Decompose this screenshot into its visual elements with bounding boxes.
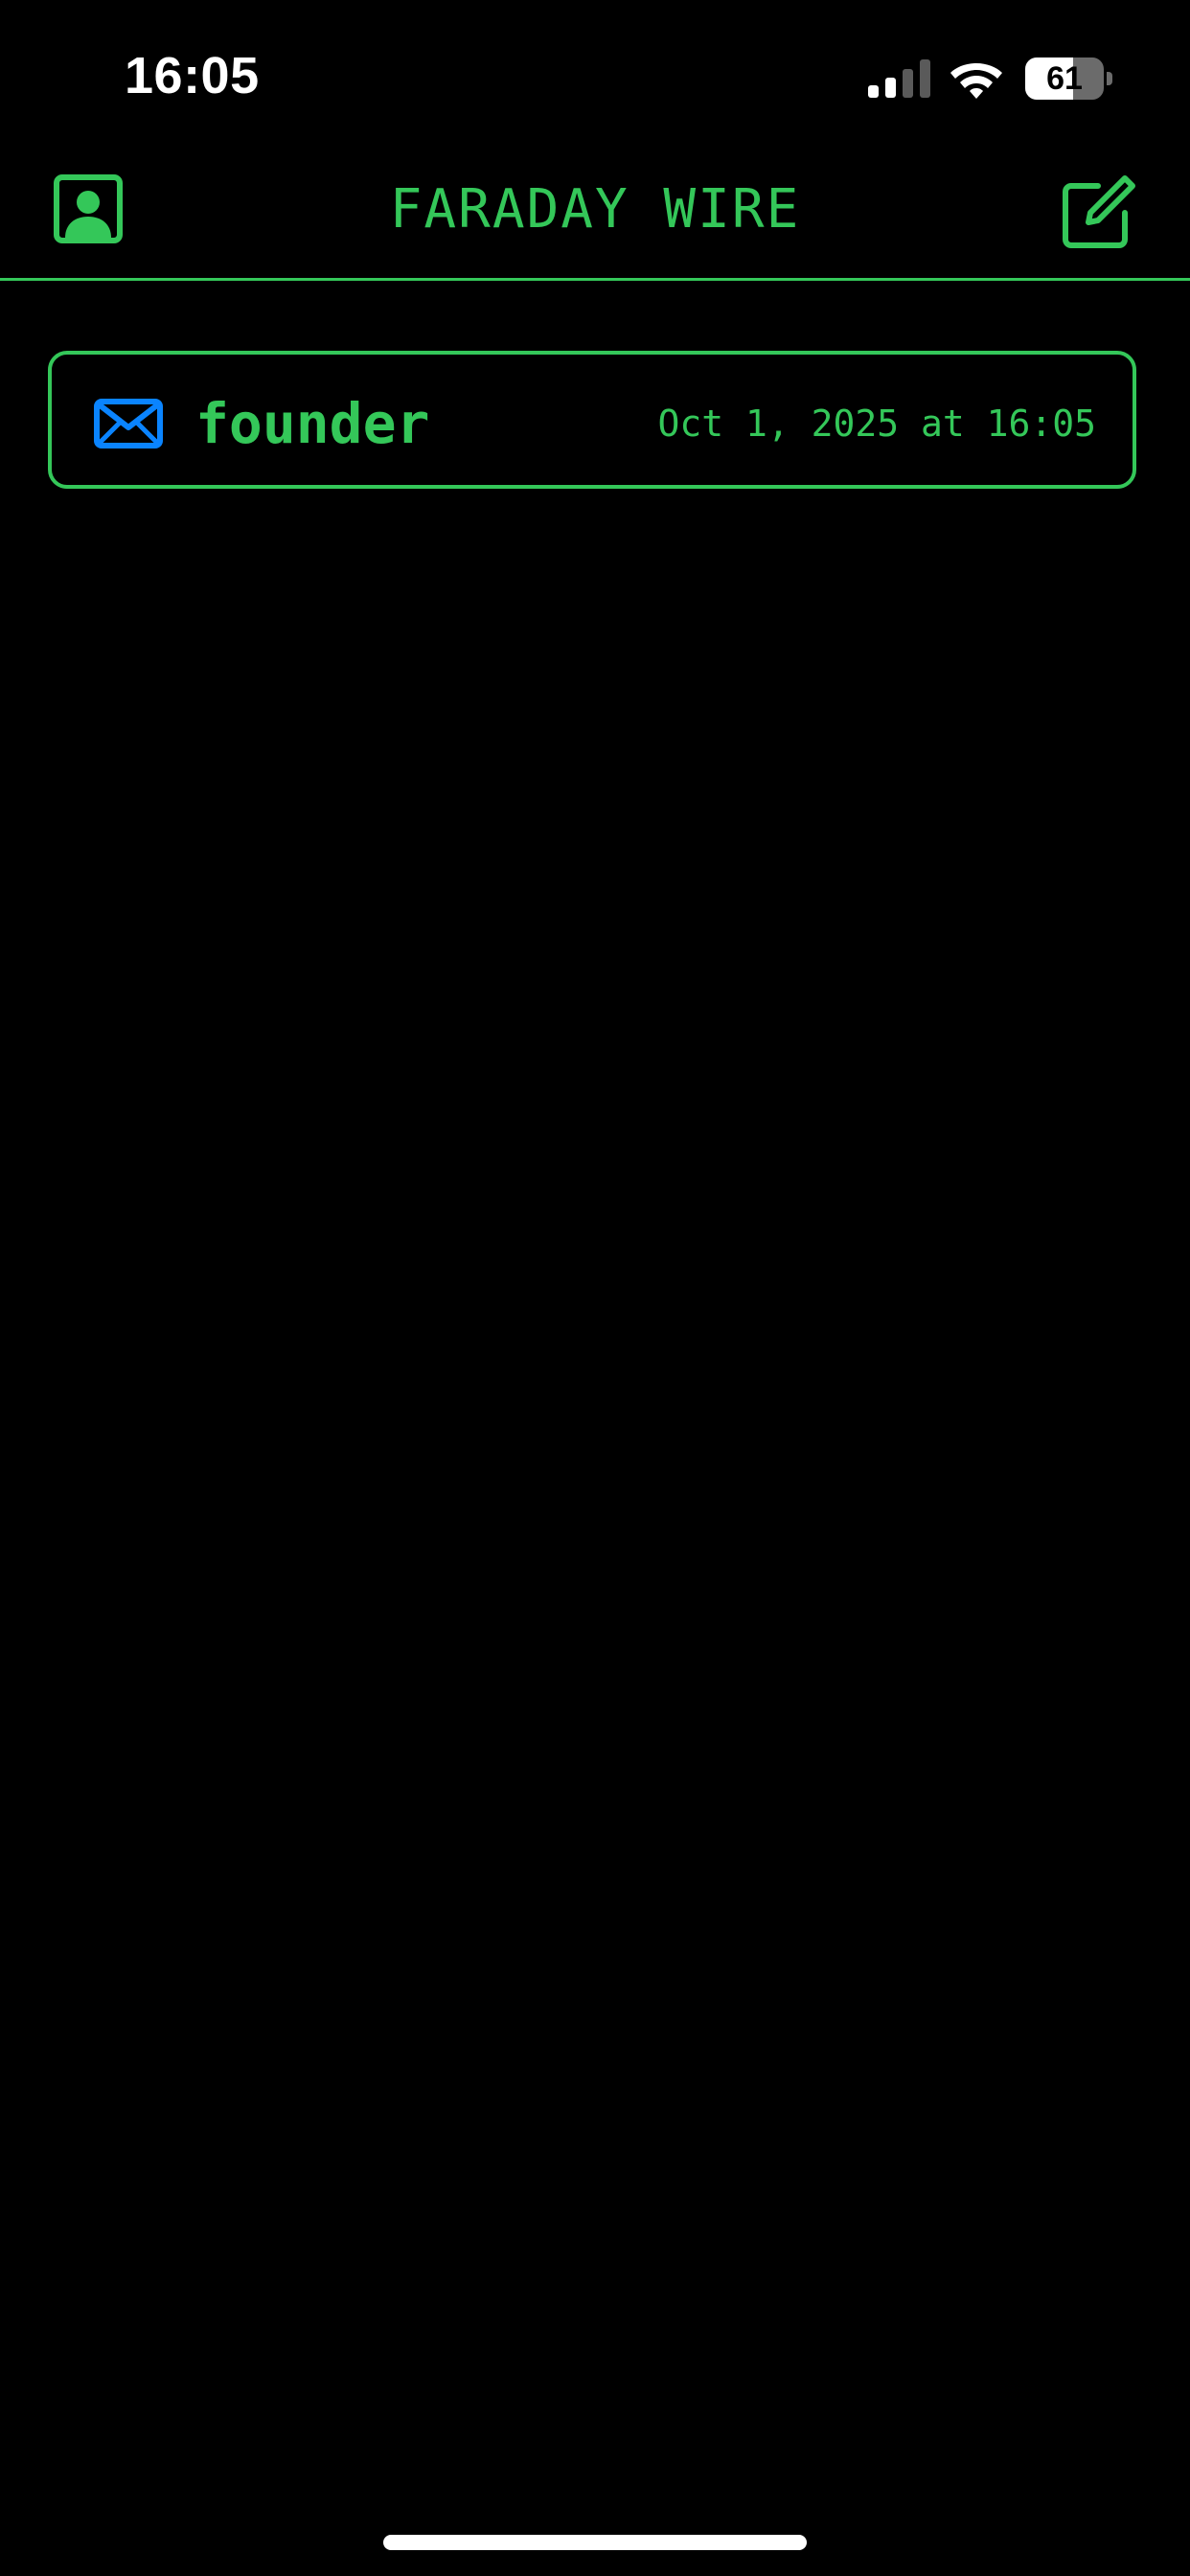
status-bar: 16:05 61 bbox=[0, 0, 1190, 144]
message-row[interactable]: founder Oct 1, 2025 at 16:05 bbox=[48, 351, 1136, 489]
home-indicator[interactable] bbox=[383, 2535, 807, 2550]
message-timestamp: Oct 1, 2025 at 16:05 bbox=[657, 402, 1096, 445]
envelope-icon bbox=[94, 399, 163, 448]
battery-body: 61 bbox=[1025, 58, 1104, 100]
message-sender: founder bbox=[195, 391, 430, 456]
cellular-signal-icon bbox=[868, 59, 930, 98]
battery-cap bbox=[1107, 72, 1112, 85]
wifi-icon bbox=[950, 63, 1002, 99]
status-time: 16:05 bbox=[125, 47, 260, 104]
nav-header: FARADAY WIRE bbox=[0, 144, 1190, 281]
compose-icon bbox=[1063, 175, 1135, 248]
battery-icon: 61 bbox=[1025, 58, 1113, 100]
battery-level: 61 bbox=[1046, 60, 1083, 97]
app-title: FARADAY WIRE bbox=[389, 178, 801, 241]
compose-button[interactable] bbox=[1062, 174, 1136, 249]
message-list: founder Oct 1, 2025 at 16:05 bbox=[48, 351, 1142, 489]
